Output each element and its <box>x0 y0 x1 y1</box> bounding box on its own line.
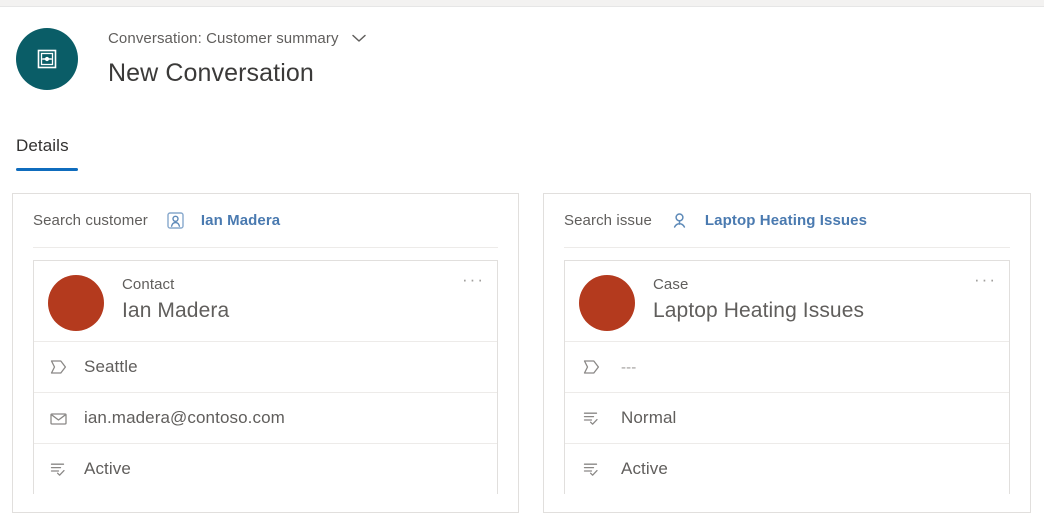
issue-panel-divider <box>564 247 1010 248</box>
header-text-block: Conversation: Customer summary New Conve… <box>108 28 369 90</box>
email-icon <box>48 411 68 426</box>
contact-record-name: Ian Madera <box>122 299 230 322</box>
status-icon <box>581 461 601 477</box>
case-field-status: Active <box>565 443 1009 494</box>
status-icon <box>48 461 68 477</box>
case-record-card: Case Laptop Heating Issues ··· --- Norma… <box>564 260 1010 494</box>
contact-record-header: Contact Ian Madera ··· <box>34 261 497 341</box>
case-person-icon <box>670 211 689 230</box>
contact-record-title-block: Contact Ian Madera <box>122 275 229 326</box>
contact-status-value: Active <box>84 459 131 478</box>
contact-overflow-menu-button[interactable]: ··· <box>462 271 485 288</box>
search-issue-label: Search issue <box>564 212 652 229</box>
contact-record-card: Contact Ian Madera ··· Seattle ian.mader… <box>33 260 498 494</box>
conversation-icon <box>16 28 78 90</box>
contact-record-type: Contact <box>122 276 175 293</box>
status-icon <box>581 410 601 426</box>
tag-icon <box>48 359 68 375</box>
issue-summary-panel: Search issue Laptop Heating Issues Case … <box>543 193 1031 513</box>
header-subtitle: Conversation: Customer summary <box>108 30 339 47</box>
customer-summary-panel: Search customer Ian Madera Contact Ian M… <box>12 193 519 513</box>
case-field-subject: --- <box>565 341 1009 392</box>
case-record-type: Case <box>653 276 689 293</box>
contact-location-value: Seattle <box>84 357 138 376</box>
case-record-name: Laptop Heating Issues <box>653 299 865 322</box>
case-record-title-block: Case Laptop Heating Issues <box>653 275 864 326</box>
avatar <box>579 275 635 331</box>
issue-search-value[interactable]: Laptop Heating Issues <box>705 212 867 229</box>
page-title: New Conversation <box>108 59 314 87</box>
tab-bar: Details <box>0 136 1044 172</box>
case-status-value: Active <box>621 459 668 478</box>
tab-details-indicator <box>16 168 78 171</box>
customer-panel-divider <box>33 247 498 248</box>
case-priority-value: Normal <box>621 408 677 427</box>
chevron-down-icon[interactable] <box>349 31 369 49</box>
contact-card-icon <box>166 211 185 230</box>
tag-icon <box>581 359 601 375</box>
case-subject-value: --- <box>621 358 637 376</box>
contact-email-value: ian.madera@contoso.com <box>84 408 285 427</box>
contact-field-location: Seattle <box>34 341 497 392</box>
case-record-header: Case Laptop Heating Issues ··· <box>565 261 1009 341</box>
avatar <box>48 275 104 331</box>
contact-field-status: Active <box>34 443 497 494</box>
customer-search-row: Search customer Ian Madera <box>13 194 518 247</box>
case-field-priority: Normal <box>565 392 1009 443</box>
header-subtitle-row[interactable]: Conversation: Customer summary <box>108 28 369 50</box>
customer-search-value[interactable]: Ian Madera <box>201 212 280 229</box>
tab-details[interactable]: Details <box>16 136 69 165</box>
contact-field-email: ian.madera@contoso.com <box>34 392 497 443</box>
issue-search-row: Search issue Laptop Heating Issues <box>544 194 1030 247</box>
window-top-strip <box>0 0 1044 7</box>
page-header: Conversation: Customer summary New Conve… <box>0 22 1044 106</box>
search-customer-label: Search customer <box>33 212 148 229</box>
case-overflow-menu-button[interactable]: ··· <box>974 271 997 288</box>
